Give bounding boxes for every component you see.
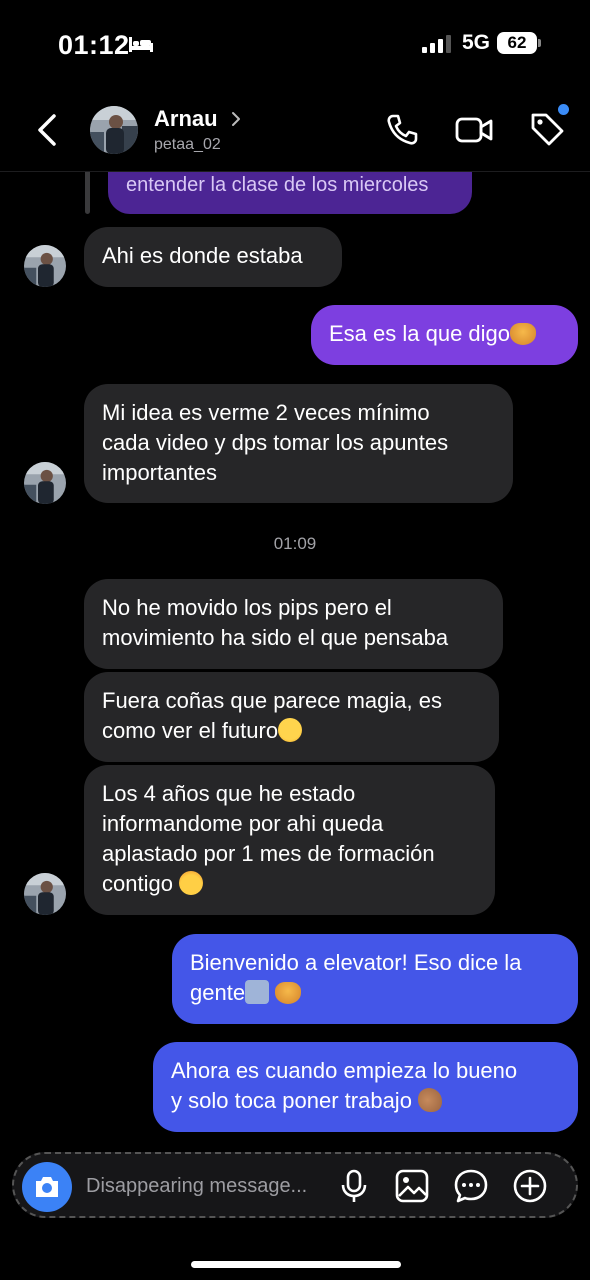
tag-icon[interactable] — [528, 110, 566, 148]
message-bubble-outgoing[interactable]: Ahora es cuando empieza lo bueno y solo … — [153, 1042, 578, 1132]
sender-avatar[interactable] — [24, 245, 66, 287]
video-camera-icon[interactable] — [454, 114, 494, 146]
plus-icon[interactable] — [512, 1168, 548, 1204]
bed-icon — [129, 37, 153, 52]
message-bubble-incoming[interactable]: Ahi es donde estaba — [84, 227, 342, 287]
message-bubble-incoming[interactable]: No he movido los pips pero el movimiento… — [84, 579, 503, 669]
message-line: como ver el futuro — [102, 718, 279, 743]
camera-button[interactable] — [22, 1162, 72, 1212]
message-bubble-incoming[interactable]: Los 4 años que he estado informandome po… — [84, 765, 495, 915]
message-line: contigo — [102, 871, 180, 896]
back-icon[interactable] — [34, 112, 62, 148]
status-time: 01:12 — [58, 30, 130, 60]
message-bubble-incoming[interactable]: Mi idea es verme 2 veces mínimo cada vid… — [84, 384, 513, 503]
contact-username[interactable]: petaa_02 — [154, 136, 221, 154]
camera-icon — [36, 1177, 58, 1197]
message-line: Mi idea es verme 2 veces mínimo — [102, 400, 430, 425]
message-line: aplastado por 1 mes de formación — [102, 841, 435, 866]
message-line: importantes — [102, 460, 217, 485]
contact-name[interactable]: Arnau — [154, 106, 218, 132]
contact-avatar[interactable] — [90, 106, 138, 154]
message-line: informandome por ahi queda — [102, 811, 384, 836]
message-bubble-incoming[interactable]: Fuera coñas que parece magia, es como ve… — [84, 672, 499, 762]
message-text: Esa es la que digo — [329, 321, 511, 346]
message-line: Los 4 años que he estado — [102, 781, 356, 806]
message-line: No he movido los pips pero el — [102, 595, 392, 620]
message-bubble-outgoing[interactable]: Esa es la que digo — [311, 305, 578, 365]
status-bar: 01:12 5G 62 — [0, 0, 590, 90]
reply-bar — [85, 166, 90, 214]
elevator-emoji — [245, 980, 270, 1004]
exploding-head-emoji — [179, 871, 204, 895]
timestamp: 01:09 — [273, 534, 317, 553]
chevron-right-icon[interactable] — [230, 110, 242, 128]
sender-avatar[interactable] — [24, 462, 66, 504]
sender-avatar[interactable] — [24, 873, 66, 915]
tears-of-joy-emoji — [278, 718, 303, 742]
message-line: Bienvenido a elevator! Eso dice la — [190, 950, 522, 975]
phone-icon[interactable] — [384, 112, 420, 148]
microphone-icon[interactable] — [336, 1168, 372, 1204]
signal-icon — [422, 35, 451, 53]
network-label: 5G — [462, 31, 491, 54]
home-indicator — [191, 1261, 401, 1268]
message-text: Ahi es donde estaba — [102, 243, 303, 268]
notification-dot — [558, 104, 569, 115]
battery-indicator: 62 — [497, 32, 541, 54]
message-composer — [12, 1152, 578, 1218]
message-input[interactable] — [86, 1168, 326, 1204]
message-line: y solo toca poner trabajo — [171, 1088, 419, 1113]
sticker-icon[interactable] — [453, 1168, 489, 1204]
message-line: Ahora es cuando empieza lo bueno — [171, 1058, 518, 1083]
chat-header: Arnau petaa_02 — [0, 90, 590, 172]
flexed-biceps-emoji — [418, 1088, 443, 1112]
message-bubble-outgoing[interactable]: Bienvenido a elevator! Eso dice la gente — [172, 934, 578, 1024]
heart-hands-emoji — [275, 982, 302, 1004]
message-line: gente — [190, 980, 246, 1005]
image-icon[interactable] — [394, 1168, 430, 1204]
message-line: Fuera coñas que parece magia, es — [102, 688, 442, 713]
heart-hands-emoji — [510, 323, 537, 345]
message-line: movimiento ha sido el que pensaba — [102, 625, 449, 650]
battery-nub — [538, 39, 541, 47]
message-line: cada video y dps tomar los apuntes — [102, 430, 449, 455]
battery-level: 62 — [497, 32, 537, 54]
